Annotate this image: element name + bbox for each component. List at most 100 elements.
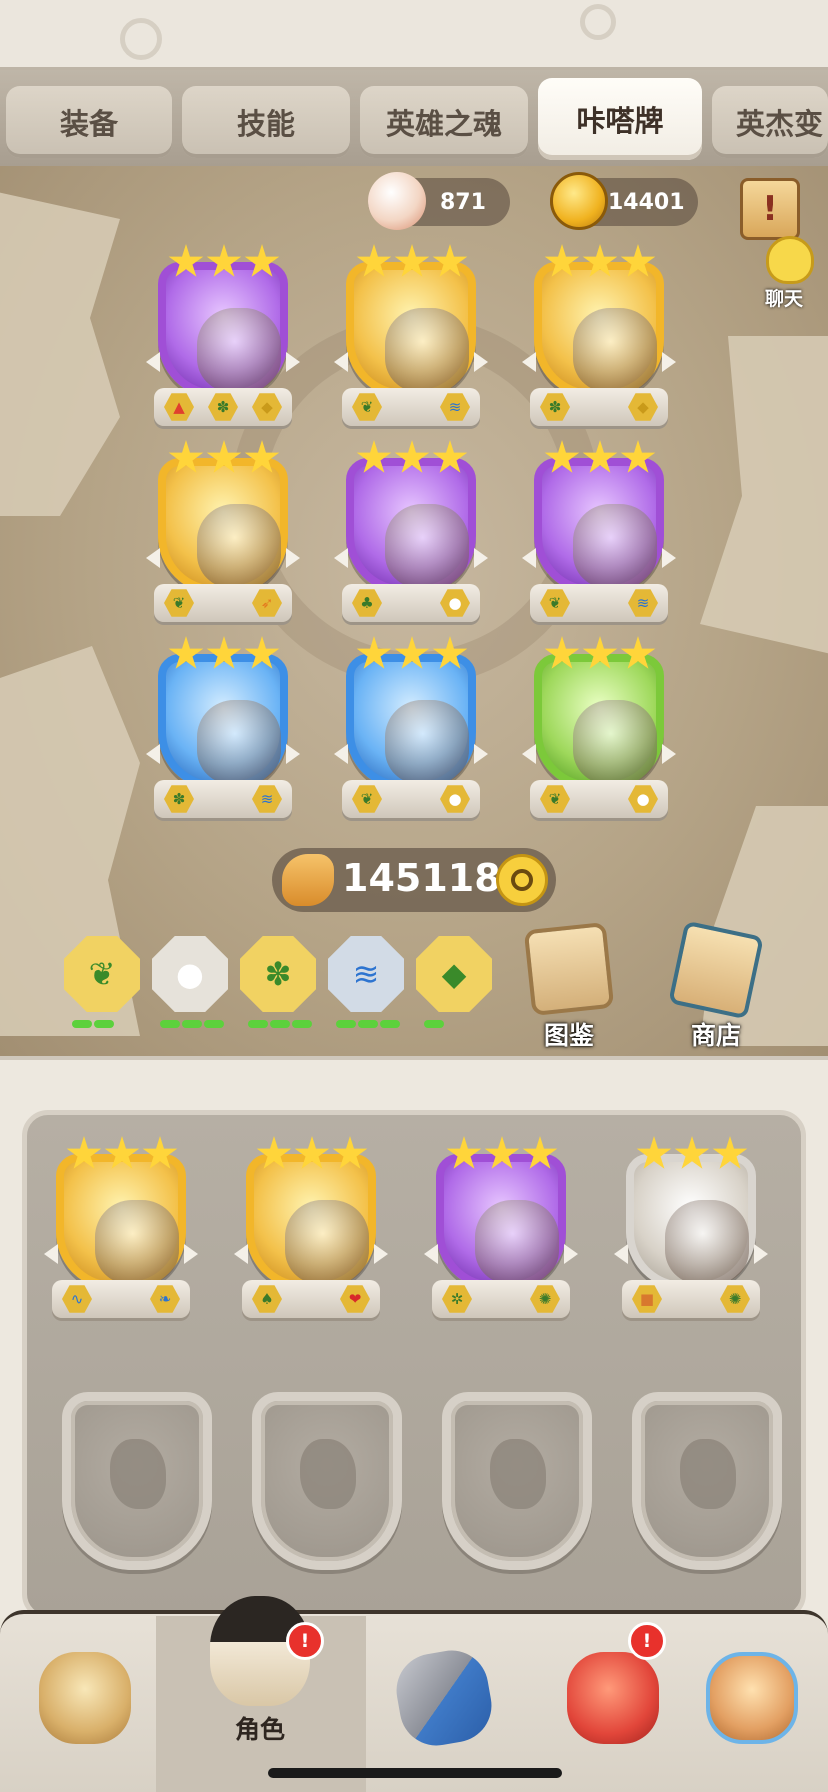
bond-level-pip [72, 1020, 92, 1028]
coin-icon [550, 172, 608, 230]
codex-button[interactable]: 图鉴 [514, 921, 624, 1054]
dino-silhouette-icon [490, 1439, 546, 1509]
hero-card[interactable]: ❦ ≋ [334, 244, 488, 434]
horn-decoration [474, 548, 488, 568]
home-indicator [268, 1768, 562, 1778]
horn-decoration [334, 352, 348, 372]
team-card[interactable]: ✲ ✺ [424, 1136, 578, 1326]
bond-item[interactable]: ≋ [326, 936, 406, 1046]
hero-card[interactable]: ❦ ➶ [146, 440, 300, 630]
star-rating [544, 440, 656, 478]
hero-card[interactable]: ✽ ◆ [522, 244, 676, 434]
dino-pet-icon [567, 1652, 659, 1744]
star-icon [294, 1136, 330, 1169]
horn-decoration [564, 1244, 578, 1264]
team-card[interactable]: ♠ ❤ [234, 1136, 388, 1326]
tab-equipment[interactable]: 装备 [6, 86, 172, 158]
star-icon [356, 636, 392, 669]
hero-card[interactable]: ❦ ● [522, 636, 676, 826]
cotton-icon: ● [152, 936, 228, 1012]
hero-card[interactable]: ❦ ≋ [522, 440, 676, 630]
nav-tribe-button[interactable] [20, 1618, 150, 1778]
nav-character-button[interactable]: ! 角色 [190, 1576, 330, 1744]
creature-portrait [573, 308, 657, 392]
card-frame [436, 1154, 566, 1290]
team-card[interactable]: ∿ ❧ [44, 1136, 198, 1326]
star-icon [332, 1136, 368, 1169]
nav-weapon-button[interactable] [384, 1618, 504, 1778]
shop-cards-icon [668, 920, 764, 1020]
dino-silhouette-icon [680, 1439, 736, 1509]
horn-decoration [286, 744, 300, 764]
tab-skills[interactable]: 技能 [182, 86, 350, 158]
empty-slot[interactable] [632, 1392, 782, 1570]
team-card[interactable]: ■ ✺ [614, 1136, 768, 1326]
tab-label: 英雄之魂 [385, 107, 502, 141]
star-icon [66, 1136, 102, 1169]
star-icon [446, 1136, 482, 1169]
dino-silhouette-icon [300, 1439, 356, 1509]
star-icon [674, 1136, 710, 1169]
card-frame [534, 654, 664, 790]
star-rating [168, 244, 280, 282]
star-icon [244, 244, 280, 277]
totem-mask-icon [706, 1652, 798, 1744]
bond-item[interactable]: ❦ [62, 936, 142, 1046]
card-frame [534, 262, 664, 398]
star-rating [544, 636, 656, 674]
creature-portrait [573, 504, 657, 588]
star-icon [636, 1136, 672, 1169]
hero-card[interactable]: ✽ ≋ [146, 636, 300, 826]
bond-item[interactable]: ● [150, 936, 230, 1046]
creature-portrait [573, 700, 657, 784]
horn-decoration [334, 744, 348, 764]
horn-decoration [286, 548, 300, 568]
tab-bar: 装备 技能 英雄之魂 咔嗒牌 英杰变 [0, 70, 828, 166]
creature-portrait [285, 1200, 369, 1284]
stone-axe-icon [390, 1644, 498, 1752]
tab-cards[interactable]: 咔嗒牌 [538, 78, 702, 160]
rock-decoration [0, 186, 120, 516]
empty-slot[interactable] [252, 1392, 402, 1570]
nav-pet-button[interactable]: ! [548, 1618, 678, 1778]
notice-scroll-button[interactable]: ! [740, 178, 800, 240]
nav-totem-button[interactable] [692, 1618, 812, 1778]
shop-button[interactable]: 商店 [656, 920, 776, 1054]
empty-slot[interactable] [442, 1392, 592, 1570]
hero-card[interactable]: ▲ ✽ ◆ [146, 244, 300, 434]
horn-decoration [184, 1244, 198, 1264]
hero-card[interactable]: ♣ ● [334, 440, 488, 630]
star-icon [256, 1136, 292, 1169]
horn-decoration [474, 352, 488, 372]
creature-portrait [385, 504, 469, 588]
star-icon [394, 636, 430, 669]
star-icon [206, 636, 242, 669]
dino-silhouette-icon [110, 1439, 166, 1509]
card-frame [346, 458, 476, 594]
horn-decoration [334, 548, 348, 568]
card-frame [346, 262, 476, 398]
tab-hero-soul[interactable]: 英雄之魂 [360, 86, 528, 158]
search-button[interactable] [496, 854, 548, 906]
hero-card[interactable]: ❦ ● [334, 636, 488, 826]
horn-decoration [474, 744, 488, 764]
bond-level-pip [336, 1020, 356, 1028]
horn-decoration [662, 744, 676, 764]
star-icon [244, 440, 280, 473]
shop-label: 商店 [690, 1021, 741, 1050]
empty-slot[interactable] [62, 1392, 212, 1570]
star-rating [356, 440, 468, 478]
star-icon [394, 440, 430, 473]
muscle-icon [282, 854, 334, 906]
bond-item[interactable]: ◆ [414, 936, 494, 1046]
bond-item[interactable]: ✽ [238, 936, 318, 1046]
chat-button[interactable]: 聊天 [744, 232, 820, 312]
horn-decoration [44, 1244, 58, 1264]
star-rating [168, 440, 280, 478]
card-collection-panel: 871 14401 ! 聊天 ▲ ✽ ◆ ❦ ≋ ✽ ◆ ❦ ➶ ♣ ● ❦ ≋ ✽ ≋ ❦ ● ❦ ● 14511… [0, 166, 828, 1056]
card-frame [56, 1154, 186, 1290]
tab-hero-transform[interactable]: 英杰变 [712, 86, 828, 158]
card-frame [346, 654, 476, 790]
top-strip [0, 0, 828, 70]
power-value: 145118 [342, 856, 501, 900]
